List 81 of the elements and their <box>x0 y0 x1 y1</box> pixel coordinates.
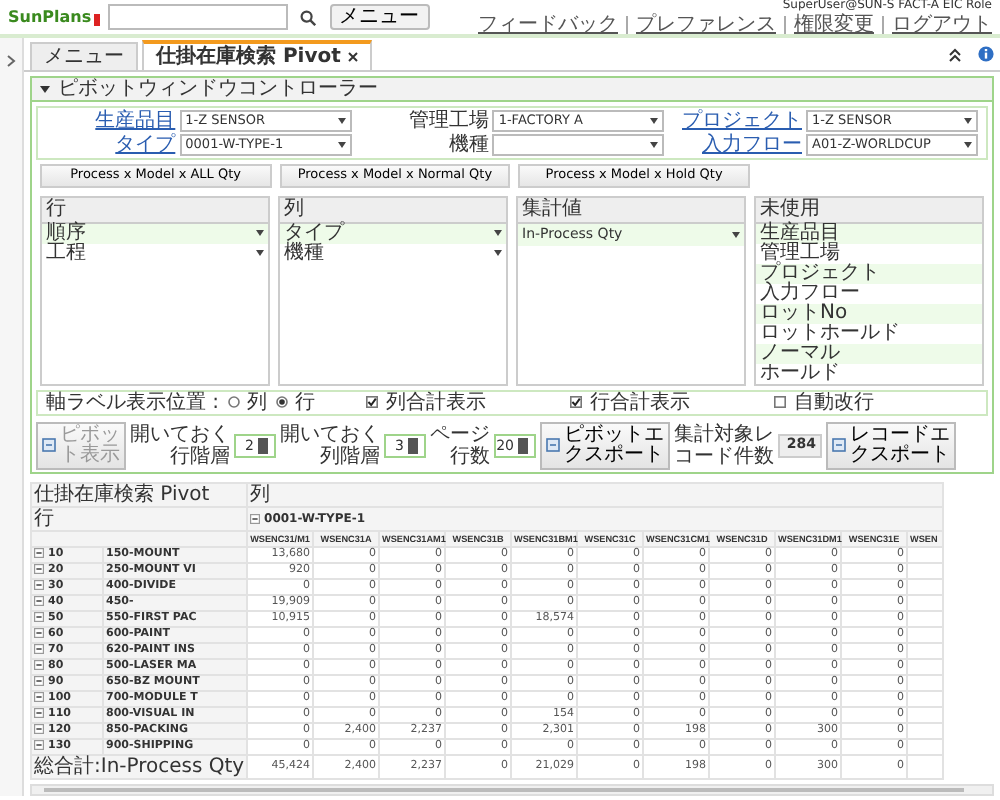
checkbox[interactable] <box>774 396 786 409</box>
pivot-title: 仕掛在庫検索 Pivot <box>31 482 248 507</box>
list-item[interactable]: ホールド <box>760 363 840 384</box>
option-label: 軸ラベル表示位置 : <box>46 391 220 414</box>
header-link[interactable]: プレファレンス <box>636 13 776 36</box>
caret-down-icon <box>337 142 346 148</box>
readout-label: 集計対象レコード件数 <box>674 423 774 468</box>
spinner-label: ページ行数 <box>430 423 490 468</box>
field-label-link[interactable]: 生産品目 <box>95 110 176 132</box>
row-axis-label: 行 <box>31 506 248 531</box>
field-label-link[interactable]: プロジェクト <box>682 110 802 132</box>
tab[interactable]: メニュー <box>30 42 138 70</box>
list-header: 行 <box>42 197 268 224</box>
caret-down-icon <box>650 118 659 124</box>
list-item[interactable]: 工程 <box>46 243 86 264</box>
horizontal-scrollbar[interactable] <box>30 784 994 796</box>
caret-down-icon <box>650 142 659 148</box>
menu-button[interactable]: メニュー <box>329 4 430 30</box>
caret-down-icon <box>964 142 972 148</box>
radio-label: 列 <box>247 391 268 414</box>
checkbox[interactable] <box>570 396 582 409</box>
search-field[interactable] <box>107 4 288 30</box>
action-button[interactable]: ピボットエクスポート <box>540 421 670 470</box>
list-header: 集計値 <box>518 197 744 224</box>
total-label: 総合計:In-Process Qty <box>31 755 248 779</box>
minus-icon[interactable] <box>34 723 44 734</box>
list-header: 未使用 <box>756 197 982 224</box>
list-item[interactable]: 入力フロー <box>760 283 860 304</box>
list-item[interactable]: 順序 <box>46 223 86 244</box>
minus-icon[interactable] <box>34 579 44 590</box>
caret-down-icon <box>256 250 264 257</box>
minus-icon[interactable] <box>34 707 44 718</box>
minus-icon[interactable] <box>34 691 44 702</box>
chevron-right-icon <box>6 54 16 68</box>
checkbox-label: 列合計表示 <box>386 391 486 414</box>
minus-icon[interactable] <box>34 611 44 622</box>
column-axis-label: 列 <box>247 482 944 507</box>
caret-down-icon <box>337 118 346 124</box>
caret-down-icon <box>256 230 264 237</box>
tab[interactable]: 仕掛在庫検索 Pivot <box>142 40 373 70</box>
field-label-link[interactable]: 入力フロー <box>702 134 802 156</box>
help-icon <box>978 46 994 62</box>
field-label: 管理工場 <box>408 110 489 132</box>
minus-icon[interactable] <box>34 627 44 638</box>
double-chevron-up-icon <box>948 47 962 61</box>
field-label-link[interactable]: タイプ <box>115 134 176 156</box>
radio-button[interactable] <box>227 396 240 409</box>
checkbox-label: 自動改行 <box>794 391 874 414</box>
spinner-label: 開いておく行階層 <box>130 423 230 468</box>
header-link[interactable]: フィードバック <box>478 13 618 36</box>
checkbox-label: 行合計表示 <box>590 391 690 414</box>
header-link[interactable]: ログアウト <box>892 13 992 36</box>
minus-icon[interactable] <box>34 643 44 654</box>
minus-icon[interactable] <box>34 739 44 750</box>
list-item[interactable]: ロットホールド <box>760 323 900 344</box>
checkbox[interactable] <box>366 396 378 409</box>
list-item[interactable]: 管理工場 <box>760 243 840 264</box>
minus-icon[interactable] <box>34 595 44 606</box>
panel-header[interactable]: ピボットウィンドウコントローラー <box>32 78 992 102</box>
select-field[interactable] <box>492 134 665 156</box>
radio-label: 行 <box>295 391 316 414</box>
minus-icon[interactable] <box>34 659 44 670</box>
list-header: 列 <box>280 197 506 224</box>
logo: SunPlans <box>8 7 100 27</box>
search-icon <box>300 9 317 25</box>
radio-button[interactable] <box>275 396 288 409</box>
minus-icon[interactable] <box>250 513 261 524</box>
caret-down-icon <box>964 118 972 124</box>
field-label: 機種 <box>448 134 489 156</box>
close-icon[interactable] <box>348 52 359 62</box>
caret-down-icon <box>494 250 502 257</box>
caret-down-icon <box>494 230 502 237</box>
action-button[interactable]: レコードエクスポート <box>826 421 956 470</box>
header-link[interactable]: 権限変更 <box>794 13 874 36</box>
caret-down-icon <box>732 231 740 238</box>
list-item[interactable]: 機種 <box>284 243 324 264</box>
minus-icon[interactable] <box>34 547 44 558</box>
spinner-label: 開いておく列階層 <box>280 423 380 468</box>
minus-icon[interactable] <box>34 563 44 574</box>
caret-down-icon <box>40 84 50 94</box>
minus-icon[interactable] <box>34 675 44 686</box>
